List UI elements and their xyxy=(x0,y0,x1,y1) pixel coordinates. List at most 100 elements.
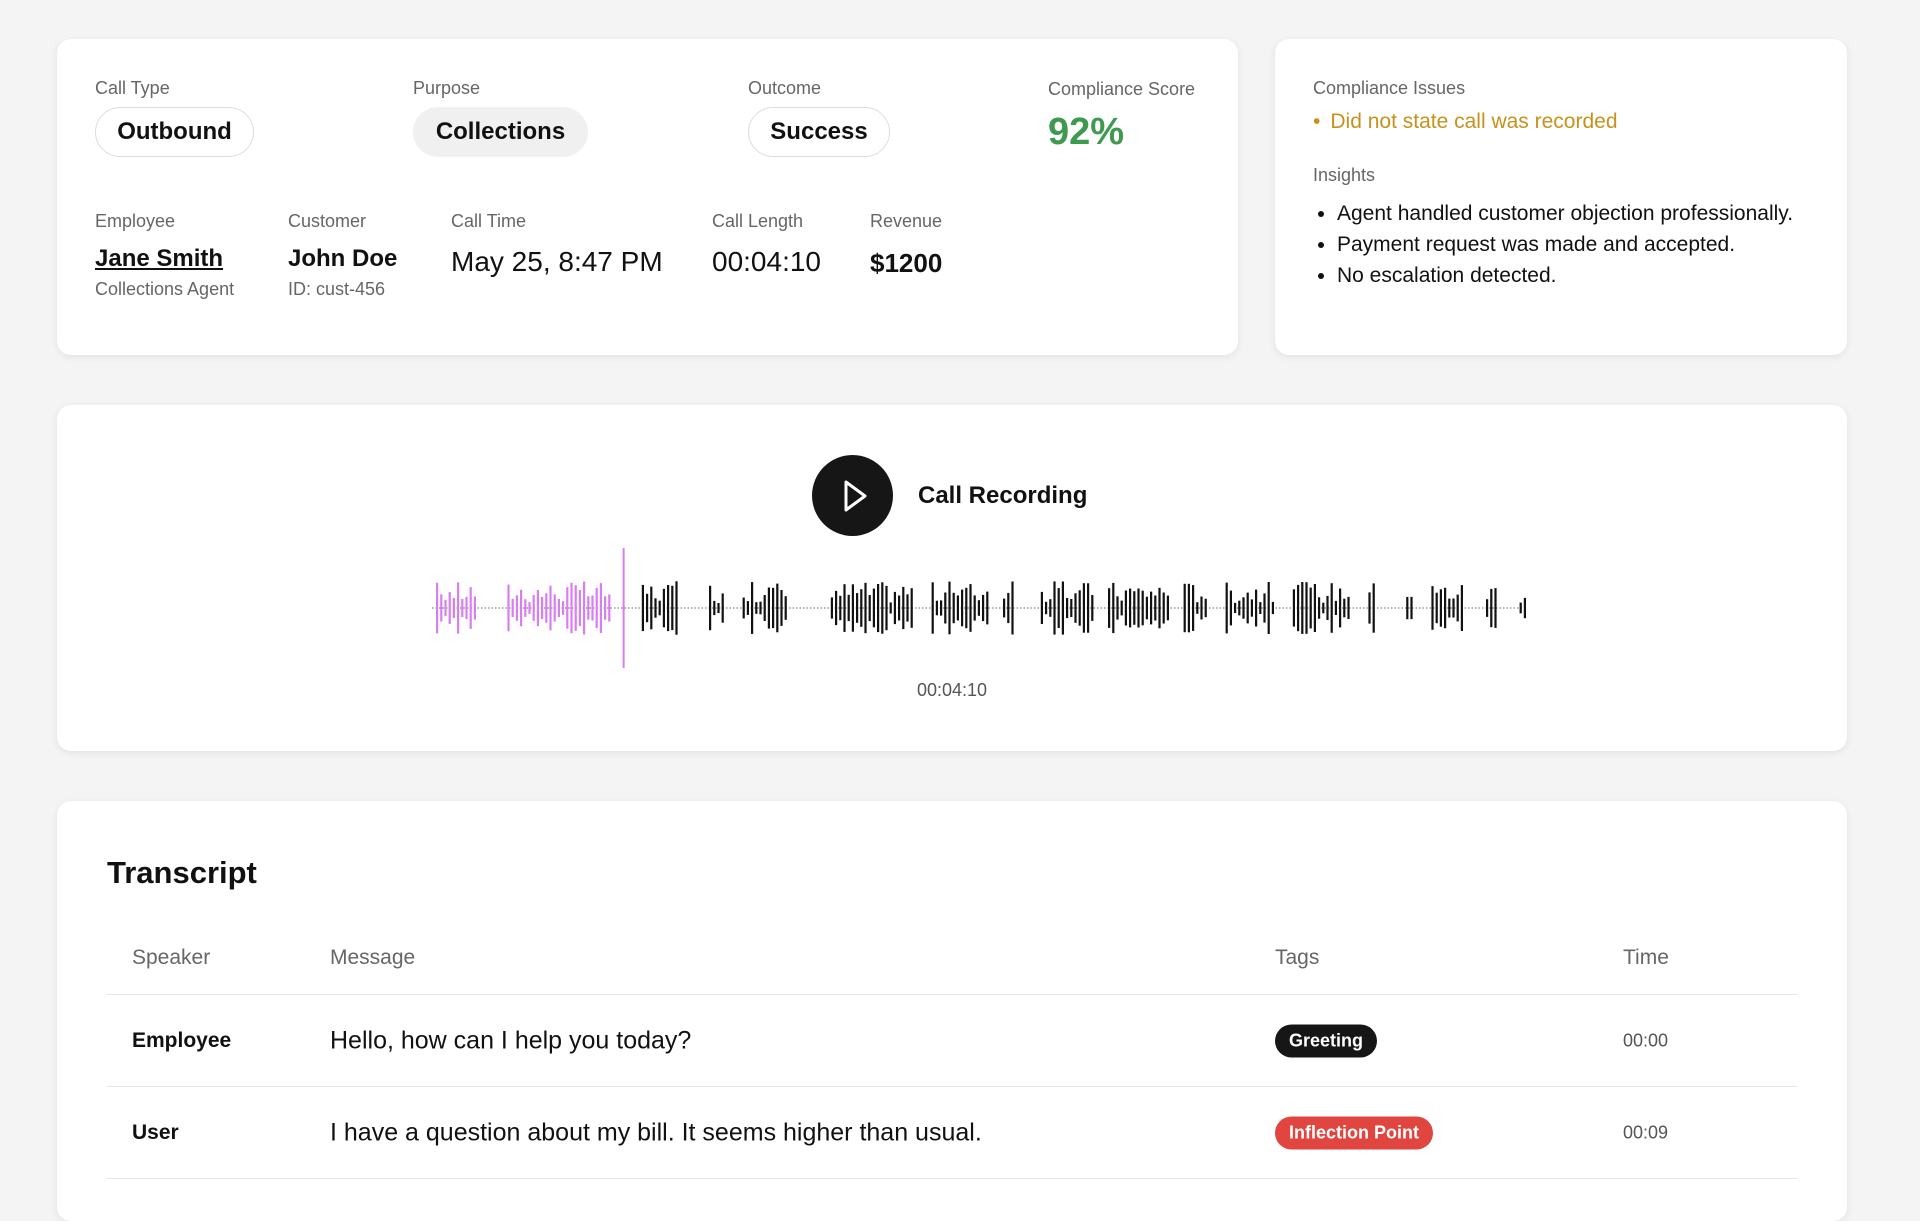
waveform-bar xyxy=(461,599,464,617)
waveform-bar xyxy=(549,585,552,631)
insight-item: No escalation detected. xyxy=(1337,260,1837,291)
waveform-bar xyxy=(457,582,460,634)
waveform-bar xyxy=(1183,583,1186,633)
waveform-bar xyxy=(1246,592,1249,624)
waveform-bar xyxy=(646,593,649,623)
waveform-bar xyxy=(654,598,657,618)
waveform-bar xyxy=(1162,592,1165,624)
call-info-card: Call Type Outbound Purpose Collections O… xyxy=(57,39,1238,355)
waveform-bar xyxy=(1435,592,1438,624)
waveform-bar xyxy=(1292,589,1295,627)
call-type-pill: Outbound xyxy=(95,107,254,157)
waveform-bar xyxy=(931,582,934,634)
waveform-bar xyxy=(1309,587,1312,629)
waveform-bar xyxy=(1523,597,1526,619)
customer-id: ID: cust-456 xyxy=(288,279,386,299)
row-speaker: User xyxy=(132,1120,179,1144)
insight-item: Agent handled customer objection profess… xyxy=(1337,198,1837,229)
waveform-bar xyxy=(1452,598,1455,618)
column-time: Time xyxy=(1623,946,1669,969)
waveform-bar xyxy=(830,597,833,619)
employee-label: Employee xyxy=(95,211,176,231)
compliance-score-value: 92% xyxy=(1048,111,1125,153)
call-time-label: Call Time xyxy=(451,211,527,231)
waveform-bar xyxy=(843,584,846,632)
call-length-value: 00:04:10 xyxy=(712,246,821,277)
waveform-bar xyxy=(658,600,661,616)
call-recording-card: Call Recording 00:04:10 xyxy=(57,405,1847,751)
waveform-bar xyxy=(1187,583,1190,633)
tag-inflection-point[interactable]: Inflection Point xyxy=(1275,1116,1433,1149)
waveform-bar xyxy=(452,597,455,619)
waveform-bar xyxy=(961,589,964,627)
waveform-bar xyxy=(1343,598,1346,618)
waveform-bar xyxy=(898,595,901,621)
waveform-bar xyxy=(1431,586,1434,630)
waveform-bar xyxy=(1158,587,1161,629)
waveform-bar xyxy=(1250,599,1253,617)
waveform-bar xyxy=(767,587,770,629)
row-tag-cell: Inflection Point xyxy=(1275,1116,1433,1149)
waveform-bar xyxy=(713,600,716,616)
play-icon xyxy=(844,480,866,511)
waveform-bar xyxy=(1330,583,1333,633)
waveform-bar xyxy=(856,593,859,623)
employee-name-link[interactable]: Jane Smith xyxy=(95,245,223,273)
compliance-issue-item: • Did not state call was recorded xyxy=(1313,110,1618,134)
waveform-bar xyxy=(511,598,514,618)
play-button[interactable] xyxy=(812,455,893,536)
waveform-bar xyxy=(566,587,569,629)
column-speaker: Speaker xyxy=(132,946,211,969)
waveform-bar xyxy=(671,585,674,631)
waveform-bar xyxy=(532,595,535,621)
waveform-bar xyxy=(524,599,527,617)
waveform-bar xyxy=(935,600,938,616)
waveform-bar xyxy=(1053,581,1056,635)
waveform[interactable] xyxy=(432,548,1527,668)
waveform-bar xyxy=(1448,598,1451,618)
tag-greeting[interactable]: Greeting xyxy=(1275,1024,1378,1057)
waveform-bar xyxy=(1133,591,1136,625)
waveform-bar xyxy=(583,581,586,635)
waveform-bar xyxy=(717,603,720,614)
waveform-bar xyxy=(1267,582,1270,634)
waveform-bar xyxy=(1347,596,1350,619)
waveform-bar xyxy=(1087,583,1090,633)
waveform-bar xyxy=(1229,590,1232,626)
waveform-bar xyxy=(1242,597,1245,619)
waveform-bar xyxy=(860,589,863,627)
waveform-bar xyxy=(1196,602,1199,614)
row-message: I have a question about my bill. It seem… xyxy=(330,1118,982,1146)
waveform-bar xyxy=(746,601,749,615)
waveform-bar xyxy=(877,584,880,633)
waveform-bar xyxy=(662,588,665,628)
waveform-bar xyxy=(473,596,476,620)
waveform-bar xyxy=(591,595,594,621)
waveform-bar xyxy=(440,594,443,622)
recording-title: Call Recording xyxy=(918,482,1088,509)
waveform-bar xyxy=(469,587,472,629)
waveform-bar xyxy=(776,583,779,633)
waveform-bar xyxy=(1204,598,1207,618)
waveform-bar xyxy=(1494,588,1497,628)
waveform-bar xyxy=(1082,583,1085,633)
transcript-header-row: Speaker Message Tags Time xyxy=(107,931,1797,995)
waveform-bar xyxy=(1368,592,1371,624)
table-row[interactable]: User I have a question about my bill. It… xyxy=(107,1087,1797,1179)
waveform-bar xyxy=(604,596,607,620)
waveform-bar xyxy=(751,582,754,634)
transcript-table: Speaker Message Tags Time Employee Hello… xyxy=(107,931,1797,1179)
waveform-bar xyxy=(763,595,766,621)
compliance-score-label: Compliance Score xyxy=(1048,79,1196,99)
waveform-bar xyxy=(1066,598,1069,619)
waveform-bar xyxy=(755,602,758,614)
waveform-bar xyxy=(1145,596,1148,620)
employee-name[interactable]: Jane Smith xyxy=(95,245,223,272)
waveform-bar xyxy=(436,582,439,634)
table-row[interactable]: Employee Hello, how can I help you today… xyxy=(107,995,1797,1087)
waveform-bar xyxy=(1313,584,1316,632)
row-message: Hello, how can I help you today? xyxy=(330,1026,692,1054)
waveform-bar xyxy=(1074,593,1077,623)
waveform-bar xyxy=(1129,588,1132,628)
waveform-bar xyxy=(1192,585,1195,631)
